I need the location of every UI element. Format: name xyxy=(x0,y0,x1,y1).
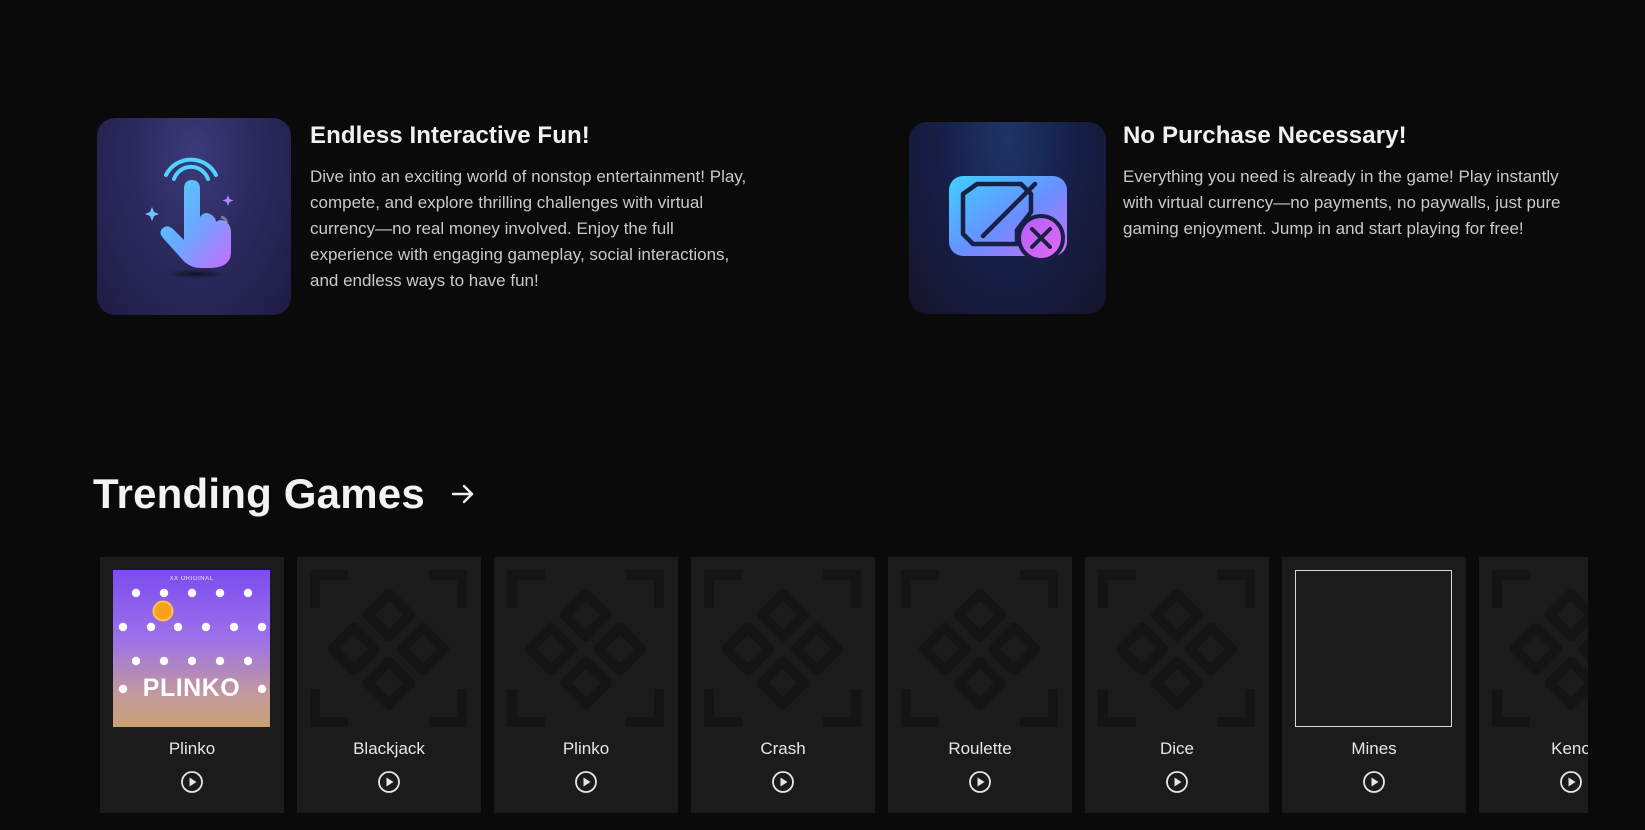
game-name: Plinko xyxy=(168,739,216,758)
feature-title: Endless Interactive Fun! xyxy=(310,122,590,149)
play-icon[interactable] xyxy=(574,770,598,794)
placeholder-game-icon xyxy=(507,570,664,727)
game-name: Keno xyxy=(1551,739,1588,758)
arrow-right-icon[interactable] xyxy=(449,480,477,508)
trending-header: Trending Games xyxy=(93,470,477,518)
game-name: Mines xyxy=(1351,739,1397,758)
placeholder-game-icon xyxy=(704,570,861,727)
feature-description: Everything you need is already in the ga… xyxy=(1123,167,1561,238)
section-title: Trending Games xyxy=(93,470,425,517)
feature-description: Dive into an exciting world of nonstop e… xyxy=(310,167,747,290)
game-card-plinko-2[interactable]: Plinko xyxy=(494,557,678,813)
play-icon[interactable] xyxy=(771,770,795,794)
feature-interactive-fun: Endless Interactive Fun! Dive into an ex… xyxy=(97,118,777,315)
game-name: Crash xyxy=(760,739,806,758)
trending-games-list[interactable]: XX ORIGINAL PLINKO Plinko Blackjack Plin… xyxy=(100,557,1588,813)
game-card-keno[interactable]: Keno xyxy=(1479,557,1588,813)
play-icon[interactable] xyxy=(1362,770,1386,794)
play-icon[interactable] xyxy=(377,770,401,794)
plinko-thumbnail-badge: XX ORIGINAL xyxy=(169,576,214,582)
play-icon[interactable] xyxy=(1165,770,1189,794)
mines-thumbnail xyxy=(1295,570,1452,727)
game-card-mines[interactable]: Mines xyxy=(1282,557,1466,813)
game-card-plinko[interactable]: XX ORIGINAL PLINKO Plinko xyxy=(100,557,284,813)
placeholder-game-icon xyxy=(310,570,467,727)
game-card-dice[interactable]: Dice xyxy=(1085,557,1269,813)
game-card-crash[interactable]: Crash xyxy=(691,557,875,813)
placeholder-game-icon xyxy=(1098,570,1255,727)
game-card-roulette[interactable]: Roulette xyxy=(888,557,1072,813)
feature-title: No Purchase Necessary! xyxy=(1123,122,1407,149)
page: Endless Interactive Fun! Dive into an ex… xyxy=(0,0,1645,830)
feature-text: No Purchase Necessary! Everything you ne… xyxy=(1123,118,1563,314)
plinko-thumbnail: XX ORIGINAL PLINKO xyxy=(113,570,270,727)
plinko-thumbnail-text: PLINKO xyxy=(142,674,241,702)
tap-hand-icon xyxy=(97,118,291,315)
play-icon[interactable] xyxy=(1559,770,1583,794)
game-card-blackjack[interactable]: Blackjack xyxy=(297,557,481,813)
play-icon[interactable] xyxy=(180,770,204,794)
game-name: Blackjack xyxy=(353,739,425,758)
ticket-cancel-icon xyxy=(909,122,1106,314)
game-name: Dice xyxy=(1159,739,1194,758)
placeholder-game-icon xyxy=(1492,570,1588,727)
play-icon[interactable] xyxy=(968,770,992,794)
placeholder-game-icon xyxy=(901,570,1058,727)
game-name: Plinko xyxy=(562,739,610,758)
feature-text: Endless Interactive Fun! Dive into an ex… xyxy=(310,118,755,315)
feature-no-purchase: No Purchase Necessary! Everything you ne… xyxy=(909,118,1589,314)
game-name: Roulette xyxy=(948,739,1012,758)
